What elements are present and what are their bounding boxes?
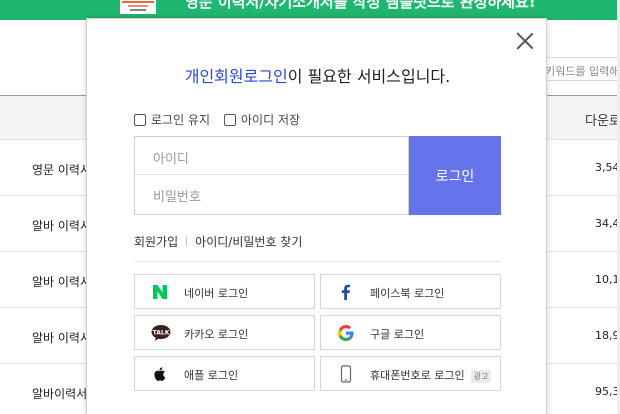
kakao-login-button[interactable]: TALK 카카오 로그인	[134, 315, 315, 350]
section-divider	[134, 261, 501, 262]
account-links: 회원가입 아이디/비밀번호 찾기	[134, 233, 302, 250]
google-icon	[338, 325, 354, 341]
facebook-icon	[341, 284, 350, 300]
apple-login-label: 애플 로그인	[184, 369, 239, 382]
login-options: 로그인 유지 아이디 저장	[134, 111, 300, 128]
search-input[interactable]: 키워드를 입력해주세요	[540, 57, 620, 81]
google-login-label: 구글 로그인	[370, 328, 425, 341]
phone-login-text: 휴대폰번호로 로그인	[370, 369, 465, 382]
title-highlight: 개인회원로그인	[184, 67, 288, 86]
apple-icon	[154, 367, 166, 381]
row-title[interactable]: 영문 이력서	[32, 161, 91, 178]
svg-text:TALK: TALK	[153, 330, 170, 337]
naver-icon	[153, 285, 167, 299]
signup-link[interactable]: 회원가입	[134, 233, 178, 250]
keep-login-label: 로그인 유지	[151, 113, 211, 127]
facebook-login-button[interactable]: 페이스북 로그인	[320, 274, 501, 309]
row-title[interactable]: 알바이력서	[32, 385, 87, 402]
checkbox-icon[interactable]	[134, 113, 146, 126]
banner-illustration-icon	[120, 0, 156, 14]
kakao-login-label: 카카오 로그인	[184, 328, 249, 341]
google-login-button[interactable]: 구글 로그인	[320, 315, 501, 350]
checkbox-icon[interactable]	[224, 113, 237, 126]
phone-login-label: 휴대폰번호로 로그인 광고	[370, 367, 492, 383]
row-title[interactable]: 알바 이력서	[32, 329, 91, 346]
login-button[interactable]: 로그인	[409, 136, 501, 215]
row-count: 3,54	[595, 161, 620, 174]
close-icon[interactable]	[516, 32, 534, 50]
column-header-downloads: 다운로	[585, 114, 620, 129]
row-title[interactable]: 알바 이력서	[32, 273, 91, 290]
kakao-talk-icon: TALK	[151, 325, 171, 341]
apple-login-button[interactable]: 애플 로그인	[134, 356, 315, 391]
save-id-checkbox[interactable]: 아이디 저장	[224, 111, 300, 128]
promo-banner[interactable]: 영문 이력서/자기소개서를 작성 템플릿으로 완성하세요!	[0, 0, 620, 20]
facebook-login-label: 페이스북 로그인	[370, 287, 445, 300]
keep-login-checkbox[interactable]: 로그인 유지	[134, 111, 210, 128]
ad-badge: 광고	[470, 369, 492, 383]
save-id-label: 아이디 저장	[241, 113, 301, 127]
phone-login-button[interactable]: 휴대폰번호로 로그인 광고	[320, 356, 501, 391]
credentials-box: 아이디 비밀번호	[134, 136, 409, 215]
login-modal: 개인회원로그인이 필요한 서비스입니다. 로그인 유지 아이디 저장 아이디 비…	[86, 18, 547, 414]
id-field[interactable]: 아이디	[135, 137, 408, 175]
find-account-link[interactable]: 아이디/비밀번호 찾기	[195, 233, 302, 250]
link-separator	[186, 236, 188, 247]
title-rest: 이 필요한 서비스입니다.	[287, 67, 451, 86]
naver-login-label: 네이버 로그인	[184, 287, 249, 300]
naver-login-button[interactable]: 네이버 로그인	[134, 274, 315, 309]
row-title[interactable]: 알바 이력서	[32, 217, 91, 234]
password-field[interactable]: 비밀번호	[135, 175, 408, 213]
banner-text: 영문 이력서/자기소개서를 작성 템플릿으로 완성하세요!	[185, 0, 536, 11]
modal-title: 개인회원로그인이 필요한 서비스입니다.	[87, 63, 548, 87]
mobile-phone-icon	[340, 365, 352, 383]
